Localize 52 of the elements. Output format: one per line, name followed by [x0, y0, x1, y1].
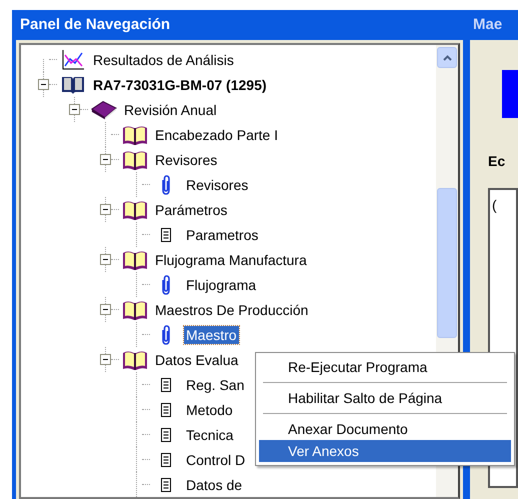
collapse-icon[interactable]	[68, 104, 80, 115]
tree-item[interactable]: Datos Evalua	[153, 350, 240, 368]
panel-title: Panel de Navegación	[20, 14, 170, 35]
paperclip-icon	[160, 274, 172, 296]
chevron-up-icon	[442, 54, 452, 60]
paperclip-icon	[160, 324, 172, 346]
document-icon	[161, 378, 171, 392]
tree-item[interactable]: Maestros De Producción	[153, 300, 310, 318]
tree-item[interactable]: RA7-73031G-BM-07 (1295)	[91, 76, 269, 94]
tree-item[interactable]: Control D	[184, 450, 248, 468]
tree-item[interactable]: Datos de	[184, 476, 244, 494]
field-value: (	[492, 197, 497, 213]
window-title: Mae	[473, 14, 502, 35]
tree-item[interactable]: Parámetros	[153, 200, 230, 218]
tree-item[interactable]: Maestro	[184, 326, 239, 344]
tree-item[interactable]: Revisión Anual	[122, 100, 219, 118]
paperclip-icon	[160, 174, 172, 196]
collapse-icon[interactable]	[100, 254, 110, 265]
tree-item[interactable]: Flujograma	[184, 276, 258, 294]
document-icon	[161, 452, 171, 466]
tree-item[interactable]: Resultados de Análisis	[91, 50, 236, 68]
tree-item[interactable]: Encabezado Parte I	[153, 126, 280, 144]
open-book-icon	[122, 148, 148, 170]
tree-item[interactable]: Metodo	[184, 400, 235, 418]
open-book-icon	[60, 74, 86, 94]
scroll-up-button[interactable]	[437, 47, 457, 68]
collapse-icon[interactable]	[100, 154, 110, 165]
document-icon	[161, 228, 171, 242]
scroll-thumb[interactable]	[437, 188, 457, 338]
tree-item[interactable]: Parametros	[184, 226, 260, 244]
tree-item[interactable]: Tecnica	[184, 426, 236, 444]
tree-item[interactable]: Reg. San	[184, 376, 246, 394]
collapse-icon[interactable]	[100, 304, 110, 315]
open-book-icon	[122, 198, 148, 220]
collapse-icon[interactable]	[100, 204, 110, 215]
menu-item[interactable]: Ver Anexos	[259, 440, 511, 462]
chart-icon	[61, 48, 85, 70]
open-book-icon	[122, 124, 148, 146]
document-icon	[161, 478, 171, 492]
collapse-icon[interactable]	[100, 354, 110, 365]
open-book-icon	[122, 298, 148, 320]
closed-book-icon	[90, 98, 118, 120]
tree-item[interactable]: Revisores	[184, 176, 250, 194]
section-heading: Ec	[488, 153, 506, 169]
tree-item[interactable]: Revisores	[153, 150, 220, 168]
open-book-icon	[122, 348, 148, 370]
header-banner	[502, 70, 518, 118]
open-book-icon	[122, 248, 148, 270]
collapse-icon[interactable]	[38, 79, 48, 90]
tree-item[interactable]: Flujograma Manufactura	[153, 250, 309, 268]
document-icon	[161, 402, 171, 416]
document-icon	[161, 428, 171, 442]
